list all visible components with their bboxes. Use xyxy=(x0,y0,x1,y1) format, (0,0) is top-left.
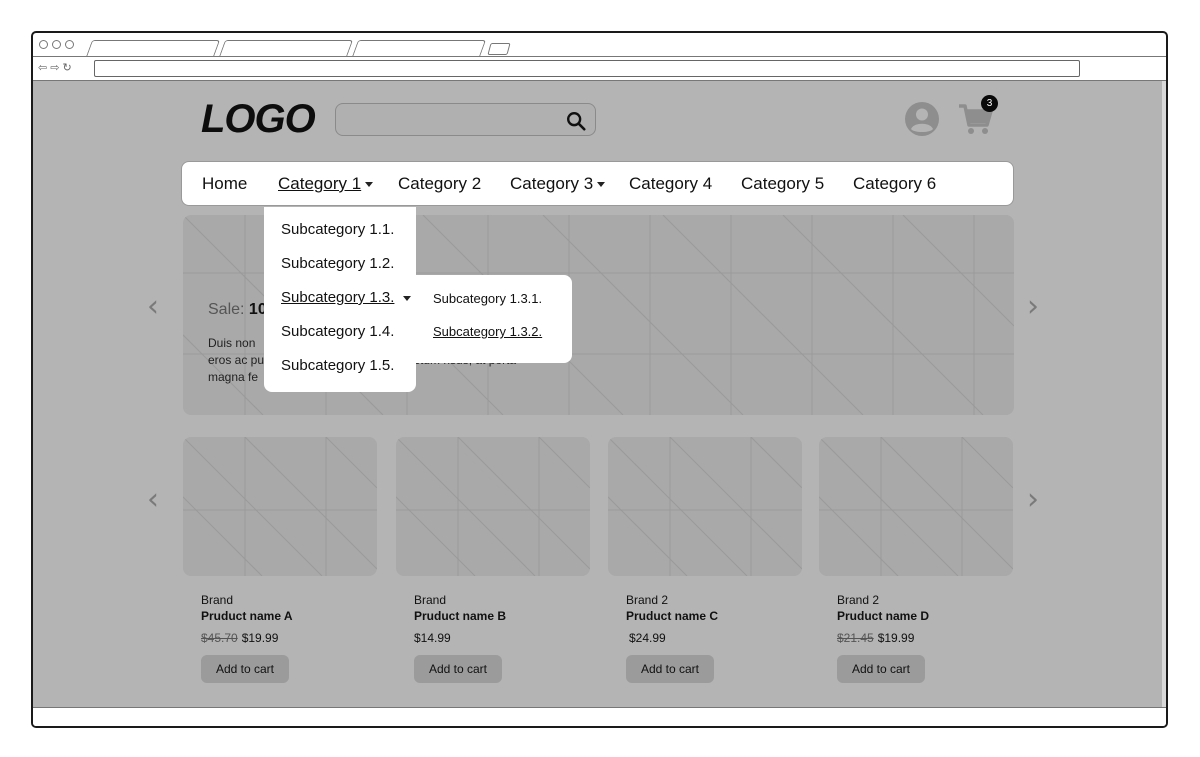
current-price: $19.99 xyxy=(877,631,915,645)
new-tab-button[interactable] xyxy=(487,43,511,55)
window-controls xyxy=(39,40,74,49)
product-image-placeholder xyxy=(183,437,377,576)
old-price: $21.45 xyxy=(837,631,874,645)
product-image[interactable] xyxy=(608,437,802,576)
browser-nav-icons: ⇦⇨↻ xyxy=(38,61,75,74)
product-card-d: Brand 2 Pruduct name D $21.45 $19.99 Add … xyxy=(837,592,1037,683)
main-navigation: Home Category 1 Category 2 Category 3 Ca… xyxy=(181,161,1014,206)
nav-item-category-5[interactable]: Category 5 xyxy=(741,174,824,194)
product-name[interactable]: Pruduct name D xyxy=(837,608,1037,624)
subcategory-1-3-submenu: Subcategory 1.3.1. Subcategory 1.3.2. xyxy=(416,275,572,363)
browser-tab-1[interactable] xyxy=(85,40,221,57)
search-input[interactable] xyxy=(335,103,596,136)
product-name[interactable]: Pruduct name C xyxy=(626,608,826,624)
browser-toolbar: ⇦⇨↻ xyxy=(33,57,1166,81)
reload-icon[interactable]: ↻ xyxy=(62,61,74,74)
category-1-dropdown: Subcategory 1.1. Subcategory 1.2. Subcat… xyxy=(264,207,416,392)
dropdown-item-subcategory-1-2[interactable]: Subcategory 1.2. xyxy=(281,255,394,272)
hero-title: Sale: 10 xyxy=(208,301,267,318)
nav-item-category-1[interactable]: Category 1 xyxy=(278,174,374,194)
dropdown-item-subcategory-1-5[interactable]: Subcategory 1.5. xyxy=(281,357,394,374)
current-price: $19.99 xyxy=(241,631,279,645)
product-card-a: Brand Pruduct name A $45.70 $19.99 Add to… xyxy=(201,592,401,683)
browser-tab-strip xyxy=(33,33,1166,57)
page-viewport: LOGO 3 Home Category 1 Category 2 Catego… xyxy=(33,81,1164,707)
product-image[interactable] xyxy=(819,437,1013,576)
dropdown-item-subcategory-1-1[interactable]: Subcategory 1.1. xyxy=(281,221,394,238)
product-image-placeholder xyxy=(396,437,590,576)
product-image[interactable] xyxy=(396,437,590,576)
product-price: $14.99 xyxy=(414,631,614,645)
user-account-icon[interactable] xyxy=(904,101,940,137)
search-icon[interactable] xyxy=(565,110,587,132)
old-price: $45.70 xyxy=(201,631,238,645)
site-logo[interactable]: LOGO xyxy=(201,97,316,142)
browser-tab-2[interactable] xyxy=(218,40,354,57)
current-price: $24.99 xyxy=(629,631,666,645)
close-window-button[interactable] xyxy=(39,40,48,49)
product-price: $24.99 xyxy=(626,631,826,645)
browser-window: ⇦⇨↻ LOGO 3 Home Category 1 Category 2 Ca… xyxy=(31,31,1168,728)
product-image-placeholder xyxy=(608,437,802,576)
nav-item-category-3[interactable]: Category 3 xyxy=(510,174,606,194)
product-image-placeholder xyxy=(819,437,1013,576)
product-price: $21.45 $19.99 xyxy=(837,631,1037,645)
hero-prev-arrow-icon[interactable]: ‹ xyxy=(147,289,159,324)
product-brand: Brand 2 xyxy=(837,593,880,607)
browser-status-bar xyxy=(33,707,1166,726)
add-to-cart-button[interactable]: Add to cart xyxy=(414,655,502,683)
browser-tab-3[interactable] xyxy=(351,40,487,57)
nav-item-home[interactable]: Home xyxy=(202,174,247,194)
submenu-item-subcategory-1-3-2[interactable]: Subcategory 1.3.2. xyxy=(433,324,542,339)
chevron-down-icon xyxy=(403,295,412,301)
forward-icon[interactable]: ⇨ xyxy=(50,61,62,74)
dropdown-item-subcategory-1-3[interactable]: Subcategory 1.3. xyxy=(281,289,412,306)
submenu-item-subcategory-1-3-1[interactable]: Subcategory 1.3.1. xyxy=(433,291,542,306)
dropdown-item-subcategory-1-4[interactable]: Subcategory 1.4. xyxy=(281,323,394,340)
product-card-b: Brand Pruduct name B $14.99 Add to cart xyxy=(414,592,614,683)
product-card-c: Brand 2 Pruduct name C $24.99 Add to car… xyxy=(626,592,826,683)
chevron-down-icon xyxy=(365,182,374,188)
product-name[interactable]: Pruduct name B xyxy=(414,608,614,624)
nav-item-category-2[interactable]: Category 2 xyxy=(398,174,481,194)
maximize-window-button[interactable] xyxy=(65,40,74,49)
product-name[interactable]: Pruduct name A xyxy=(201,608,401,624)
chevron-down-icon xyxy=(597,182,606,188)
product-price: $45.70 $19.99 xyxy=(201,631,401,645)
hero-next-arrow-icon[interactable]: › xyxy=(1027,289,1039,324)
minimize-window-button[interactable] xyxy=(52,40,61,49)
products-prev-arrow-icon[interactable]: ‹ xyxy=(147,482,159,517)
products-next-arrow-icon[interactable]: › xyxy=(1027,482,1039,517)
address-bar[interactable] xyxy=(94,60,1080,77)
product-brand: Brand 2 xyxy=(626,593,669,607)
add-to-cart-button[interactable]: Add to cart xyxy=(626,655,714,683)
cart-count-badge: 3 xyxy=(981,95,998,112)
product-brand: Brand xyxy=(201,593,234,607)
product-image[interactable] xyxy=(183,437,377,576)
add-to-cart-button[interactable]: Add to cart xyxy=(837,655,925,683)
current-price: $14.99 xyxy=(414,631,451,645)
product-brand: Brand xyxy=(414,593,447,607)
nav-item-category-4[interactable]: Category 4 xyxy=(629,174,712,194)
nav-item-category-6[interactable]: Category 6 xyxy=(853,174,936,194)
vertical-scrollbar[interactable] xyxy=(1162,81,1166,707)
back-icon[interactable]: ⇦ xyxy=(38,61,50,74)
add-to-cart-button[interactable]: Add to cart xyxy=(201,655,289,683)
